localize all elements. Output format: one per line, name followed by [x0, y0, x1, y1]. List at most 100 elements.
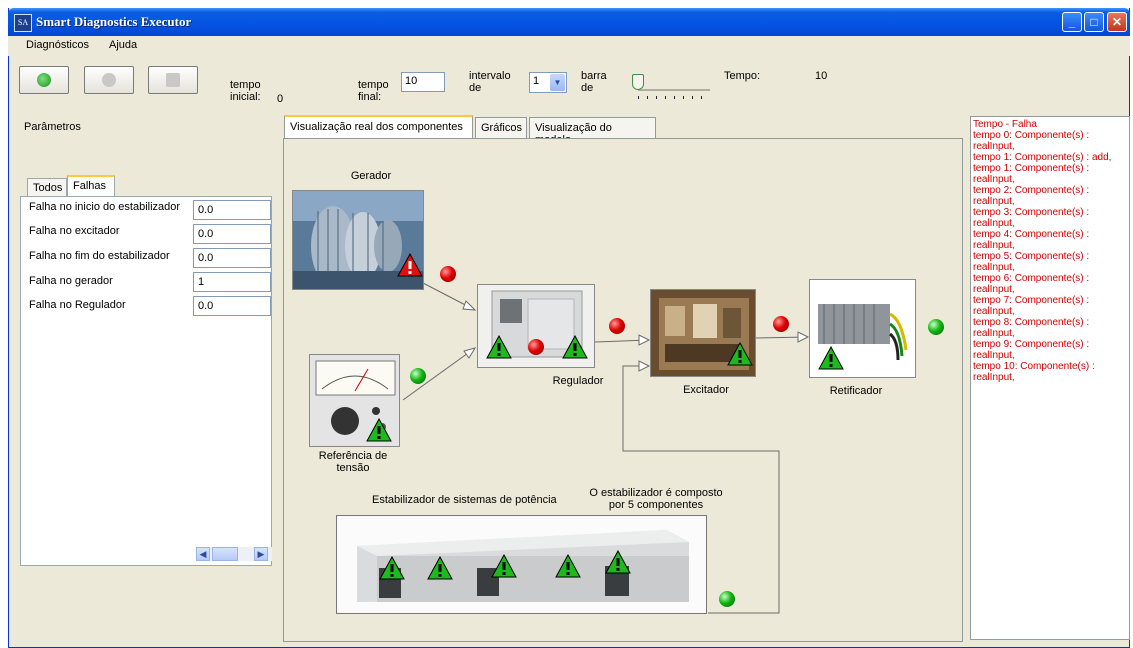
arrow-head: [638, 334, 651, 346]
estabilizador-label: Estabilizador de sistemas de potência: [372, 494, 557, 506]
intervalo-select[interactable]: 1 ▼: [529, 72, 567, 93]
tab-falhas[interactable]: Falhas: [67, 175, 115, 198]
regulador-image[interactable]: [477, 284, 595, 368]
menu-bar: Diagnósticos Ajuda: [8, 36, 1130, 56]
retificador-image[interactable]: [809, 279, 916, 378]
warning-green-icon: [555, 554, 581, 578]
warning-green-icon: [727, 342, 753, 366]
horizontal-scrollbar[interactable]: ◀ ▶: [196, 547, 272, 561]
warning-green-icon: [491, 554, 517, 578]
regulador-label: Regulador: [552, 375, 604, 387]
scrollbar-thumb[interactable]: [212, 547, 238, 561]
menu-ajuda[interactable]: Ajuda: [109, 39, 137, 51]
gerador-label: Gerador: [350, 170, 392, 182]
log-line: tempo 4: Componente(s) : realInput,: [973, 229, 1090, 251]
tab-graficos[interactable]: Gráficos: [475, 117, 527, 139]
tempo-inicial-value: 0: [277, 93, 284, 105]
play-button[interactable]: [19, 66, 69, 94]
gerador-image[interactable]: [292, 190, 424, 290]
param-label: Falha no excitador: [29, 225, 120, 237]
log-line: tempo 8: Componente(s) : realInput,: [973, 317, 1090, 339]
log-line: tempo 6: Componente(s) : realInput,: [973, 273, 1090, 295]
param-label: Falha no gerador: [29, 275, 113, 287]
tempo-label: Tempo:: [724, 70, 761, 82]
warning-green-icon: [562, 335, 588, 359]
warning-green-icon: [605, 550, 631, 574]
warning-green-icon: [366, 418, 392, 442]
arrow-head: [797, 331, 810, 343]
fault-log[interactable]: Tempo - Falha tempo 0: Componente(s) : r…: [970, 116, 1130, 640]
referencia-status-led: [410, 368, 426, 384]
referencia-label-2: tensão: [336, 462, 370, 474]
referencia-image[interactable]: [309, 354, 400, 447]
slider-ticks: [638, 96, 710, 99]
stop-icon: [166, 73, 180, 87]
tab-visualizacao-real-label: Visualização real dos componentes: [290, 121, 463, 133]
tab-graficos-label: Gráficos: [481, 122, 522, 134]
tab-falhas-label: Falhas: [73, 180, 107, 192]
param-value-input[interactable]: 0.0: [193, 224, 271, 244]
param-value-input[interactable]: 0.0: [193, 296, 271, 316]
tab-todos[interactable]: Todos: [27, 178, 67, 198]
minimize-button[interactable]: _: [1062, 12, 1082, 32]
barra-label-1: barra: [581, 70, 607, 82]
log-line: tempo 1: Componente(s) : add,: [973, 152, 1112, 163]
gerador-status-led: [440, 266, 456, 282]
parametros-title: Parâmetros: [24, 121, 81, 133]
barra-slider-track[interactable]: [638, 89, 710, 91]
arrow-head: [462, 300, 477, 311]
chevron-down-icon[interactable]: ▼: [550, 74, 565, 91]
title-bar[interactable]: SA Smart Diagnostics Executor _ □ ✕: [8, 8, 1130, 36]
log-line: tempo 9: Componente(s) : realInput,: [973, 339, 1090, 361]
regulador-status-led: [528, 339, 544, 355]
regulador-output-led: [609, 318, 625, 334]
pause-icon: [102, 73, 116, 87]
tab-visualizacao-modelo[interactable]: Visualização do modelo: [529, 117, 656, 146]
param-label: Falha no fim do estabilizador: [29, 250, 170, 262]
barra-slider-thumb[interactable]: [632, 74, 644, 90]
log-line: tempo 5: Componente(s) : realInput,: [973, 251, 1090, 273]
estabilizador-status-led: [719, 591, 735, 607]
estabilizador-note-2: por 5 componentes: [608, 499, 704, 511]
retificador-label: Retificador: [829, 385, 883, 397]
scroll-left-icon[interactable]: ◀: [196, 547, 210, 561]
tempo-inicial-label-2: inicial:: [230, 91, 261, 103]
close-button[interactable]: ✕: [1107, 12, 1127, 32]
warning-green-icon: [818, 346, 844, 370]
stop-button[interactable]: [148, 66, 198, 94]
intervalo-label-1: intervalo: [469, 70, 511, 82]
maximize-button[interactable]: □: [1084, 12, 1104, 32]
intervalo-label-2: de: [469, 82, 482, 94]
scroll-right-icon[interactable]: ▶: [254, 547, 268, 561]
param-value-input[interactable]: 0.0: [193, 248, 271, 268]
param-label: Falha no Regulador: [29, 299, 126, 311]
warning-green-icon: [379, 556, 405, 580]
intervalo-select-value: 1: [533, 75, 540, 87]
referencia-label-1: Referência de: [318, 450, 388, 462]
log-line: Tempo - Falha: [973, 119, 1037, 130]
app-logo-icon: SA: [14, 14, 32, 32]
tempo-final-input[interactable]: 10: [401, 72, 445, 92]
log-line: tempo 1: Componente(s) : realInput,: [973, 163, 1090, 185]
excitador-image[interactable]: [650, 289, 756, 377]
estabilizador-image[interactable]: [336, 515, 707, 614]
param-value-input[interactable]: 0.0: [193, 200, 271, 220]
tab-visualizacao-real[interactable]: Visualização real dos componentes: [284, 115, 473, 139]
log-line: tempo 10: Componente(s) : realInput,: [973, 361, 1095, 383]
tempo-final-label-1: tempo: [358, 79, 389, 91]
tempo-inicial-label-1: tempo: [230, 79, 261, 91]
param-value-input[interactable]: 1: [193, 272, 271, 292]
log-line: tempo 2: Componente(s) : realInput,: [973, 185, 1090, 207]
log-line: tempo 7: Componente(s) : realInput,: [973, 295, 1090, 317]
estabilizador-note-1: O estabilizador é composto: [589, 487, 723, 499]
retificador-status-led: [928, 319, 944, 335]
param-label: Falha no inicio do estabilizador: [29, 201, 181, 213]
menu-diagnosticos[interactable]: Diagnósticos: [26, 39, 89, 51]
barra-label-2: de: [581, 82, 594, 94]
arrow-head: [638, 360, 651, 372]
tempo-value: 10: [815, 70, 828, 82]
log-line: tempo 0: Componente(s) : realInput,: [973, 130, 1090, 152]
tab-todos-label: Todos: [33, 182, 63, 194]
pause-button[interactable]: [84, 66, 134, 94]
excitador-label: Excitador: [683, 384, 729, 396]
